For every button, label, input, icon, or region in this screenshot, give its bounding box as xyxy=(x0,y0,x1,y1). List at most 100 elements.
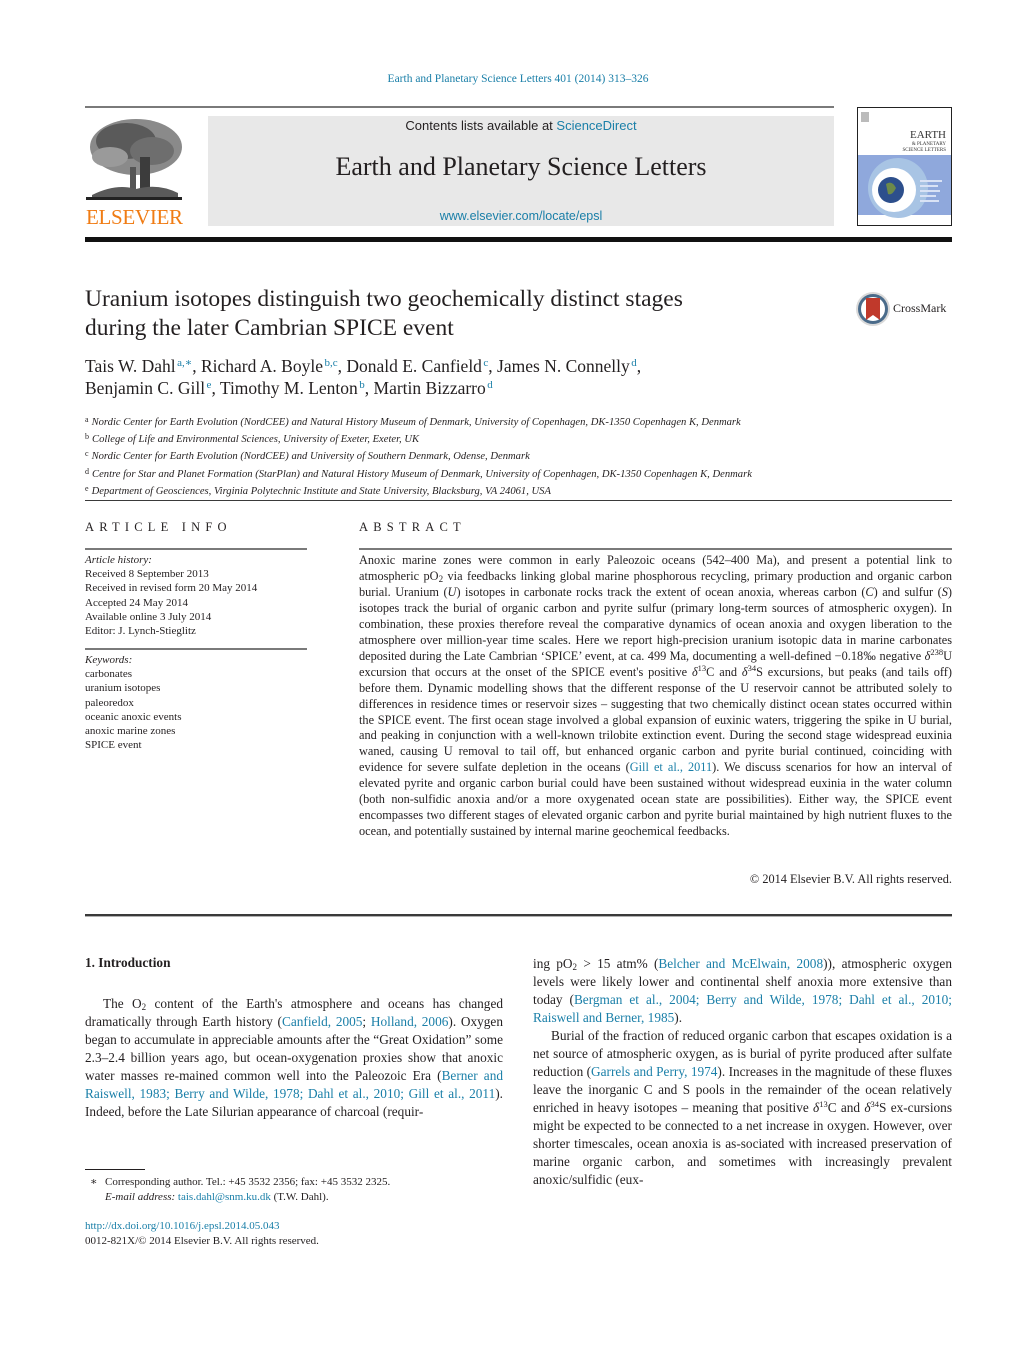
header-bottom-rule xyxy=(85,237,952,242)
sciencedirect-link[interactable]: ScienceDirect xyxy=(556,118,636,133)
history-item: Accepted 24 May 2014 xyxy=(85,596,188,609)
author-name: Timothy M. Lenton xyxy=(219,378,358,398)
author-separator: , xyxy=(636,356,642,376)
affiliation-item: b College of Life and Environmental Scien… xyxy=(85,430,955,447)
superscript: 13 xyxy=(697,662,707,673)
author-name: Benjamin C. Gill xyxy=(85,378,206,398)
author-name: Tais W. Dahl xyxy=(85,356,176,376)
affiliation-item: c Nordic Center for Earth Evolution (Nord… xyxy=(85,447,955,464)
affiliation-text: Nordic Center for Earth Evolution (NordC… xyxy=(91,451,530,463)
journal-title: Earth and Planetary Science Letters xyxy=(335,152,707,181)
keywords-list: Keywords: carbonates uranium isotopes pa… xyxy=(85,653,315,752)
author[interactable]: Martin Bizzarro d xyxy=(374,378,493,398)
keyword-item: anoxic marine zones xyxy=(85,725,176,738)
abstract-copyright: © 2014 Elsevier B.V. All rights reserved… xyxy=(749,872,952,886)
reference-link[interactable]: Bergman et al., 2004; Berry and Wilde, 1… xyxy=(533,992,952,1025)
cover-title-1: EARTH xyxy=(910,129,946,141)
abstract-italic: C xyxy=(865,584,874,599)
text-segment: > 15 atm% ( xyxy=(577,956,659,971)
author[interactable]: Benjamin C. Gill e xyxy=(85,378,211,398)
author[interactable]: Tais W. Dahl a,∗ xyxy=(85,356,192,376)
author-name: Donald E. Canfield xyxy=(346,356,482,376)
elsevier-wordmark: ELSEVIER xyxy=(86,205,183,229)
affiliation-text: College of Life and Environmental Scienc… xyxy=(92,434,420,446)
abstract-heading: ABSTRACT xyxy=(359,520,466,534)
author[interactable]: Donald E. Canfield c xyxy=(346,356,488,376)
cover-title-2: & PLANETARY xyxy=(912,142,947,147)
author-separator: , xyxy=(364,378,374,398)
history-item: Available online 3 July 2014 xyxy=(85,610,212,623)
author-name: Martin Bizzarro xyxy=(373,378,486,398)
divider xyxy=(85,548,307,550)
doi-block: http://dx.doi.org/10.1016/j.epsl.2014.05… xyxy=(85,1219,515,1248)
journal-url-link[interactable]: www.elsevier.com/locate/epsl xyxy=(208,209,834,223)
article-history-label: Article history: xyxy=(85,554,152,566)
text-segment: ; xyxy=(362,1014,371,1029)
authors-line-1: Tais W. Dahl a,∗, Richard A. Boyle b,c, … xyxy=(85,355,925,377)
journal-cover-icon: EARTH & PLANETARY SCIENCE LETTERS xyxy=(858,108,951,225)
divider xyxy=(85,648,307,650)
crossmark-button[interactable]: CrossMark xyxy=(855,291,955,329)
authors-line-2: Benjamin C. Gill e, Timothy M. Lenton b,… xyxy=(85,377,925,399)
abstract-segment: C and xyxy=(706,664,742,679)
journal-citation-link[interactable]: Earth and Planetary Science Letters 401 … xyxy=(0,73,1020,85)
superscript: 34 xyxy=(747,662,757,673)
article-title: Uranium isotopes distinguish two geochem… xyxy=(85,285,825,343)
footnote-marker: ∗ xyxy=(90,1176,98,1188)
author-name: James N. Connelly xyxy=(497,356,630,376)
issn-copyright: 0012-821X/© 2014 Elsevier B.V. All right… xyxy=(85,1234,319,1247)
text-segment: ing pO xyxy=(533,956,573,971)
keyword-item: SPICE event xyxy=(85,739,142,752)
keyword-item: carbonates xyxy=(85,668,133,681)
article-title-line-1: Uranium isotopes distinguish two geochem… xyxy=(85,286,683,312)
keyword-item: paleoredox xyxy=(85,696,134,709)
author[interactable]: James N. Connelly d xyxy=(497,356,637,376)
contents-prefix: Contents lists available at xyxy=(405,118,557,133)
article-history: Article history: Received 8 September 20… xyxy=(85,553,315,638)
reference-link[interactable]: Canfield, 2005 xyxy=(282,1014,362,1029)
author-separator: , xyxy=(192,356,201,376)
affiliation-text: Nordic Center for Earth Evolution (NordC… xyxy=(91,417,741,428)
footnote-line: Corresponding author. Tel.: +45 3532 235… xyxy=(105,1176,391,1188)
abstract-segment: ) isotopes in carbonate rocks track the … xyxy=(456,584,866,599)
doi-link[interactable]: http://dx.doi.org/10.1016/j.epsl.2014.05… xyxy=(85,1220,279,1232)
divider xyxy=(359,548,952,550)
author[interactable]: Timothy M. Lenton b xyxy=(220,378,365,398)
email-suffix: (T.W. Dahl). xyxy=(270,1191,329,1203)
author-affiliation-ref[interactable]: a,∗ xyxy=(177,357,192,369)
reference-link[interactable]: Garrels and Perry, 1974 xyxy=(591,1064,717,1079)
reference-link[interactable]: Gill et al., 2011 xyxy=(630,760,712,774)
author-affiliation-ref[interactable]: d xyxy=(487,379,493,391)
abstract-segment: ) and sulfur ( xyxy=(873,584,942,599)
contents-available-line: Contents lists available at ScienceDirec… xyxy=(208,118,834,133)
text-segment: The O xyxy=(103,996,142,1011)
superscript: 13 xyxy=(819,1099,828,1109)
body-column-left: The O2 content of the Earth's atmosphere… xyxy=(85,995,503,1121)
journal-cover-thumbnail[interactable]: EARTH & PLANETARY SCIENCE LETTERS xyxy=(857,107,952,226)
superscript: 34 xyxy=(870,1099,880,1109)
author[interactable]: Richard A. Boyle b,c xyxy=(201,356,338,376)
crossmark-label: CrossMark xyxy=(893,301,947,315)
footnote-text: Corresponding author. Tel.: +45 3532 235… xyxy=(105,1175,515,1205)
affiliation-label: a xyxy=(85,415,89,424)
footnote-rule xyxy=(85,1169,145,1170)
elsevier-logo[interactable]: ELSEVIER xyxy=(84,115,184,229)
email-link[interactable]: tais.dahl@snm.ku.dk xyxy=(178,1191,271,1203)
body-column-right: ing pO2 > 15 atm% (Belcher and McElwain,… xyxy=(533,955,952,1189)
author-list: Tais W. Dahl a,∗, Richard A. Boyle b,c, … xyxy=(85,355,925,399)
affiliation-label: d xyxy=(85,466,89,476)
affiliation-label: c xyxy=(85,449,89,459)
affiliation-item: a Nordic Center for Earth Evolution (Nord… xyxy=(85,413,955,430)
affiliation-item: d Centre for Star and Planet Formation (S… xyxy=(85,465,955,482)
text-segment: ). xyxy=(674,1010,683,1025)
reference-link[interactable]: Holland, 2006 xyxy=(371,1014,449,1029)
reference-link[interactable]: Belcher and McElwain, 2008 xyxy=(658,956,823,971)
keyword-item: oceanic anoxic events xyxy=(85,710,182,723)
crossmark-icon xyxy=(856,292,890,326)
section-heading-introduction: 1. Introduction xyxy=(85,955,171,970)
email-label: E-mail address: xyxy=(105,1191,176,1203)
body-paragraph: Burial of the fraction of reduced organi… xyxy=(533,1027,952,1189)
author-affiliation-ref[interactable]: b,c xyxy=(324,357,337,369)
article-info-heading: ARTICLE INFO xyxy=(85,520,232,534)
history-item: Editor: J. Lynch-Stieglitz xyxy=(85,625,196,638)
